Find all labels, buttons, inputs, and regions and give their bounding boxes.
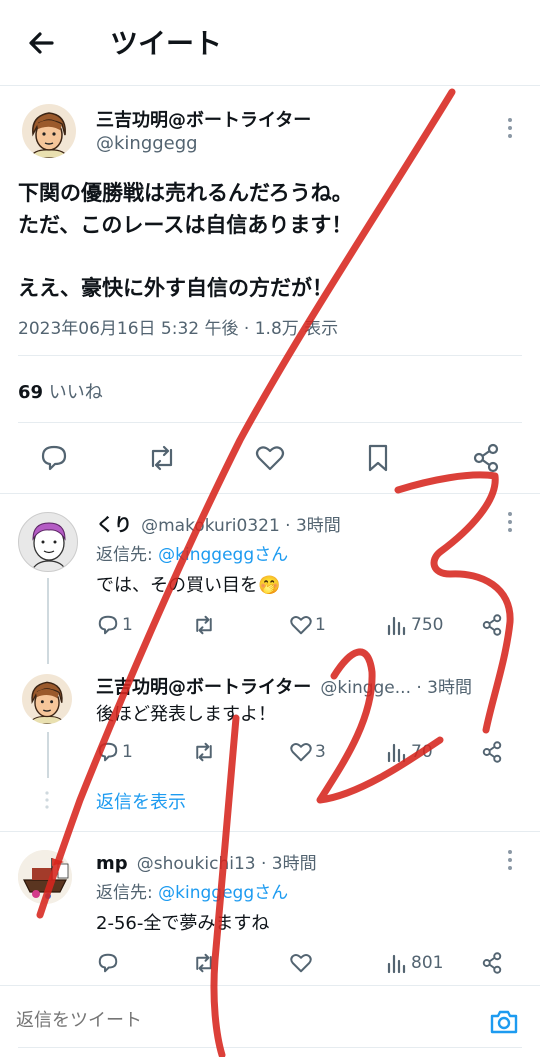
tweet-text-line-3: ええ、豪快に外す自信の方だが！ (18, 276, 333, 300)
reply-avatar[interactable] (18, 850, 72, 904)
reply-icon[interactable] (96, 951, 120, 975)
reply-count: 1 (122, 615, 133, 635)
divider (18, 422, 522, 423)
like-icon[interactable] (289, 951, 313, 975)
views-count: 801 (411, 953, 444, 973)
top-bar: ツイート (0, 0, 540, 86)
likes-count: 69 (18, 382, 44, 403)
back-arrow-icon[interactable] (22, 24, 62, 64)
show-replies-link[interactable]: 返信を表示 (96, 788, 186, 814)
like-count: 1 (315, 615, 326, 635)
reply-author-name[interactable]: mp (96, 853, 128, 874)
divider (18, 355, 522, 356)
reply-to-label: 返信先: (96, 545, 159, 565)
author-avatar[interactable] (22, 104, 76, 158)
share-icon[interactable] (480, 740, 504, 764)
reply-to-line: 返信先: @kinggeggさん (96, 540, 288, 565)
like-icon[interactable] (289, 613, 313, 637)
author-handle[interactable]: @kinggegg (96, 133, 198, 154)
more-options-icon[interactable] (500, 510, 520, 534)
reply-handle-time[interactable]: @kingge... · 3時間 (320, 678, 472, 698)
reply-text: 2-56-全で夢みますね (96, 913, 270, 934)
reply-avatar[interactable] (22, 674, 72, 724)
retweet-icon[interactable] (192, 613, 216, 637)
reply-to-line: 返信先: @kinggeggさん (96, 878, 288, 903)
thread-line (47, 578, 49, 664)
reply-handle-time[interactable]: @makokuri0321 · 3時間 (141, 516, 341, 536)
divider (0, 831, 540, 832)
reply-to-user-link[interactable]: @kinggeggさん (158, 883, 288, 903)
retweet-icon[interactable] (146, 442, 178, 474)
tweet-timestamp-views[interactable]: 2023年06月16日 5:32 午後 · 1.8万 表示 (18, 314, 338, 339)
reply-icon[interactable] (96, 613, 120, 637)
share-icon[interactable] (480, 951, 504, 975)
reply-header: 三吉功明@ボートライター @kingge... · 3時間 (96, 673, 506, 699)
like-icon[interactable] (289, 740, 313, 764)
like-icon[interactable] (254, 442, 286, 474)
reply-icon[interactable] (96, 740, 120, 764)
reply-to-user-link[interactable]: @kinggeggさん (158, 545, 288, 565)
compose-bar (0, 986, 540, 1057)
reply-to-label: 返信先: (96, 883, 159, 903)
compose-underline (18, 1047, 522, 1048)
reply-author-name[interactable]: くり (96, 515, 132, 536)
retweet-icon[interactable] (192, 740, 216, 764)
thread-dots-icon (42, 790, 52, 810)
views-count: 70 (411, 742, 433, 762)
thread-line (47, 732, 49, 778)
likes-label: いいね (48, 382, 103, 403)
views-icon[interactable] (385, 613, 409, 637)
more-options-icon[interactable] (500, 116, 520, 140)
share-icon[interactable] (470, 442, 502, 474)
reply-header: mp @shoukichi13 · 3時間 (96, 849, 317, 874)
camera-icon[interactable] (488, 1006, 520, 1038)
reply-avatar[interactable] (18, 512, 78, 572)
reply-compose-input[interactable] (16, 1000, 456, 1040)
retweet-icon[interactable] (192, 951, 216, 975)
views-count: 750 (411, 615, 444, 635)
reply-author-name[interactable]: 三吉功明@ボートライター (96, 677, 311, 698)
bookmark-icon[interactable] (362, 442, 394, 474)
page-title: ツイート (110, 27, 223, 60)
like-count: 3 (315, 742, 326, 762)
reply-text: では、その買い目を🤭 (96, 575, 281, 596)
likes-stat[interactable]: 69 いいね (18, 378, 103, 404)
share-icon[interactable] (480, 613, 504, 637)
reply-handle-time[interactable]: @shoukichi13 · 3時間 (137, 854, 317, 874)
reply-text: 後ほど発表しますよ！ (96, 704, 276, 725)
tweet-text-line-1: 下関の優勝戦は売れるんだろうね。 (18, 181, 353, 205)
reply-header: くり @makokuri0321 · 3時間 (96, 511, 341, 537)
views-icon[interactable] (385, 951, 409, 975)
views-icon[interactable] (385, 740, 409, 764)
reply-count: 1 (122, 742, 133, 762)
more-options-icon[interactable] (500, 848, 520, 872)
reply-icon[interactable] (38, 442, 70, 474)
divider (0, 493, 540, 494)
author-name[interactable]: 三吉功明@ボートライター (96, 106, 311, 132)
tweet-text-line-2: ただ、このレースは自信あります！ (18, 213, 353, 237)
